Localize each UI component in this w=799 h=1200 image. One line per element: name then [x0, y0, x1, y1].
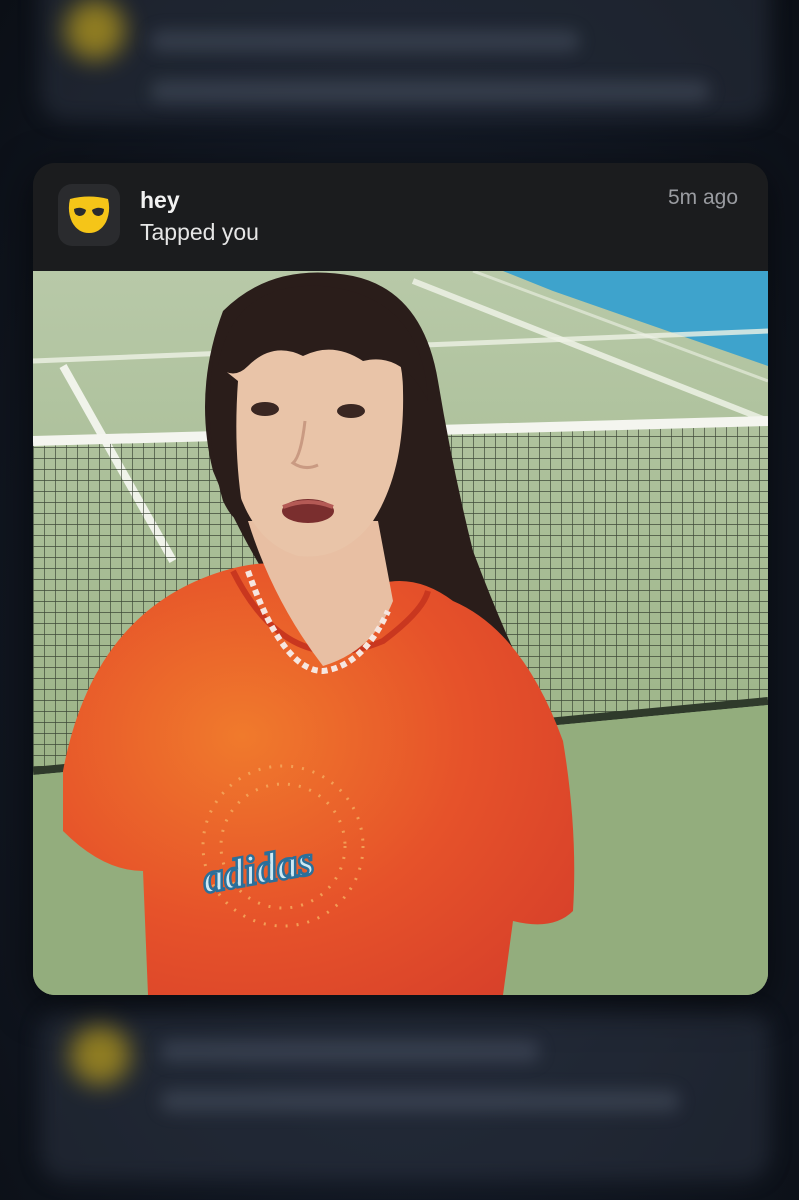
blurred-text-line: [160, 1040, 540, 1062]
notification-media-image[interactable]: adidas: [33, 271, 768, 995]
blurred-notification-above: [40, 0, 770, 120]
blurred-text-line: [160, 1090, 680, 1112]
notification-header[interactable]: hey Tapped you 5m ago: [33, 163, 768, 271]
blurred-text-line: [150, 30, 580, 52]
notification-card[interactable]: hey Tapped you 5m ago adidas: [33, 163, 768, 995]
notification-subtitle: Tapped you: [140, 219, 259, 245]
blurred-text-line: [150, 80, 710, 102]
photo-tennis-court: adidas: [33, 271, 768, 995]
blurred-app-icon-above: [65, 0, 125, 60]
notification-title: hey: [140, 187, 180, 213]
blurred-app-icon-below: [70, 1025, 130, 1085]
lock-screen: hey Tapped you 5m ago adidas: [0, 0, 799, 1200]
notification-timestamp: 5m ago: [667, 186, 738, 209]
grindr-mask-icon: [58, 184, 120, 246]
